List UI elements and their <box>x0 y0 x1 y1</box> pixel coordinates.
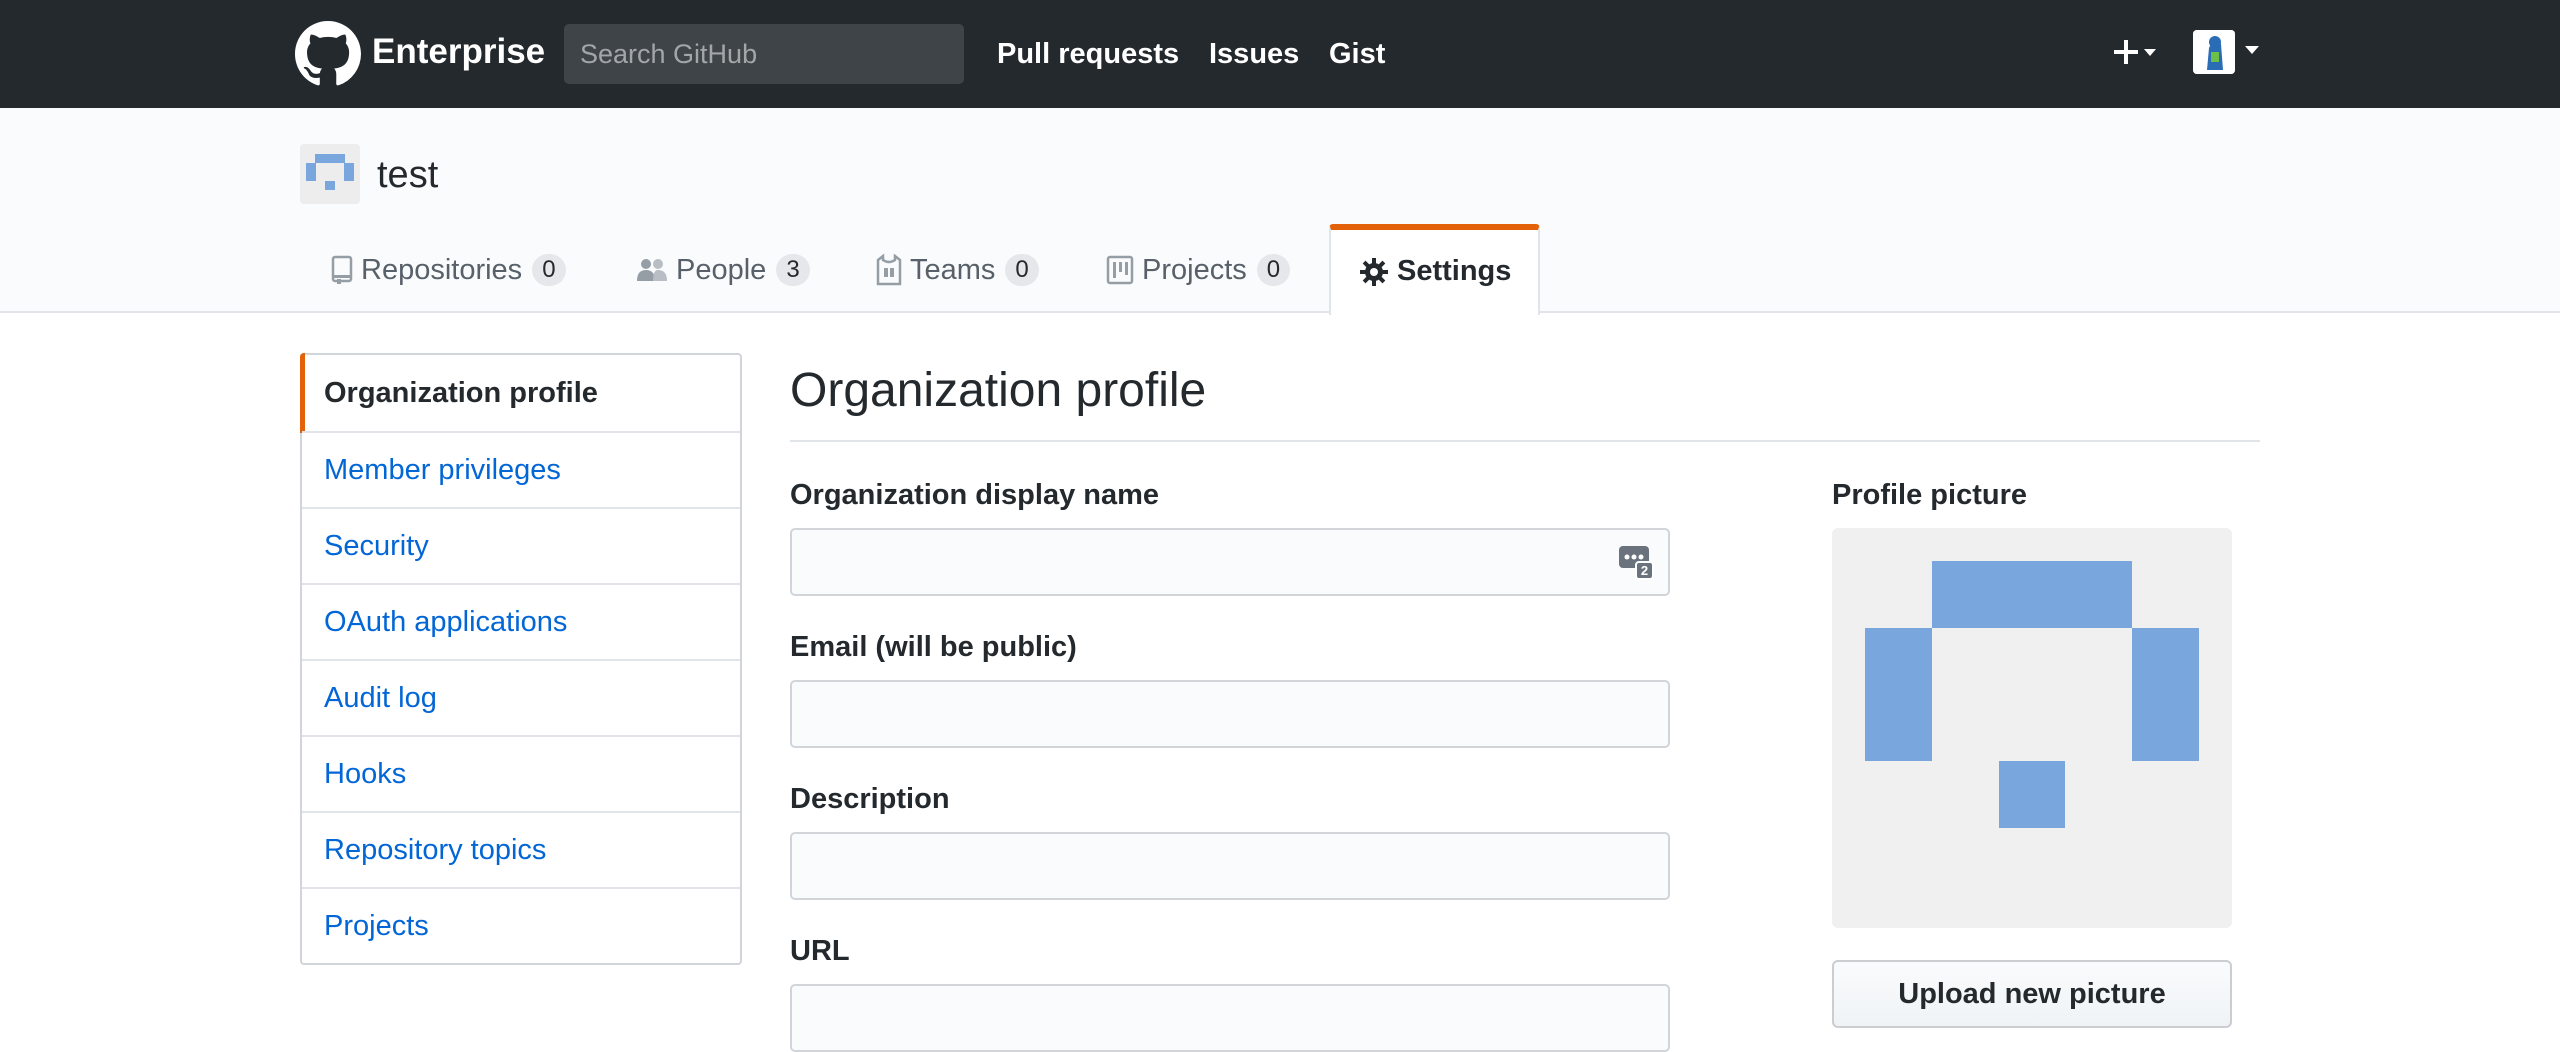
profile-picture <box>1832 528 2232 928</box>
tab-settings[interactable]: Settings <box>1329 224 1540 315</box>
sidebar-item-security[interactable]: Security <box>302 507 740 583</box>
user-avatar-icon <box>2193 30 2235 74</box>
profile-picture-label: Profile picture <box>1832 479 2027 511</box>
identicon-block <box>1865 628 1932 761</box>
description-field[interactable] <box>790 832 1670 900</box>
org-avatar[interactable] <box>300 144 360 204</box>
description-label: Description <box>790 783 950 815</box>
identicon-block <box>2132 628 2199 761</box>
sidebar-item-audit-log[interactable]: Audit log <box>302 659 740 735</box>
tab-label: Teams <box>910 253 996 286</box>
brand-label[interactable]: Enterprise <box>372 30 545 74</box>
tab-counter: 0 <box>1005 254 1039 286</box>
chevron-down-icon <box>2245 46 2259 54</box>
tab-repositories[interactable]: Repositories 0 <box>331 246 566 294</box>
nav-gist[interactable]: Gist <box>1329 34 1385 74</box>
tab-label: Settings <box>1397 255 1512 287</box>
top-header: Enterprise Pull requests Issues Gist <box>0 0 2560 108</box>
tab-label: Projects <box>1142 253 1247 286</box>
sidebar-item-hooks[interactable]: Hooks <box>302 735 740 811</box>
email-label: Email (will be public) <box>790 631 1077 663</box>
settings-sidebar: Organization profile Member privileges S… <box>300 353 742 965</box>
user-menu-dropdown[interactable] <box>2193 30 2263 76</box>
nav-pull-requests[interactable]: Pull requests <box>997 34 1179 74</box>
svg-text:2: 2 <box>1641 563 1648 578</box>
search-input[interactable] <box>564 24 964 84</box>
tab-counter: 0 <box>532 254 566 286</box>
plus-icon <box>2114 40 2156 64</box>
sidebar-item-projects[interactable]: Projects <box>302 887 740 963</box>
repo-icon <box>331 255 353 284</box>
github-logo-icon[interactable] <box>295 21 361 87</box>
sidebar-item-organization-profile[interactable]: Organization profile <box>300 353 740 433</box>
tab-label: Repositories <box>361 253 523 286</box>
identicon-block <box>1932 561 2132 628</box>
page-title: Organization profile <box>790 364 1207 417</box>
create-new-dropdown[interactable] <box>2110 30 2162 76</box>
password-manager-icon[interactable]: 2 <box>1618 544 1654 580</box>
url-field[interactable] <box>790 984 1670 1052</box>
avatar <box>2193 30 2235 74</box>
email-field[interactable] <box>790 680 1670 748</box>
tab-teams[interactable]: Teams 0 <box>876 246 1039 294</box>
sidebar-item-oauth-applications[interactable]: OAuth applications <box>302 583 740 659</box>
tab-projects[interactable]: Projects 0 <box>1106 246 1291 294</box>
tab-counter: 0 <box>1256 254 1291 286</box>
display-name-field[interactable] <box>790 528 1670 596</box>
display-name-label: Organization display name <box>790 479 1160 511</box>
org-identicon-icon <box>306 154 354 190</box>
title-divider <box>790 440 2260 442</box>
org-name[interactable]: test <box>377 152 438 198</box>
gear-icon <box>1360 257 1388 286</box>
sidebar-item-member-privileges[interactable]: Member privileges <box>302 431 740 507</box>
tab-counter: 3 <box>776 254 810 286</box>
url-label: URL <box>790 935 850 967</box>
jersey-icon <box>876 254 902 286</box>
sidebar-item-repository-topics[interactable]: Repository topics <box>302 811 740 887</box>
project-icon <box>1106 255 1134 285</box>
nav-issues[interactable]: Issues <box>1209 34 1299 74</box>
upload-new-picture-button[interactable]: Upload new picture <box>1832 960 2232 1028</box>
tab-label: People <box>676 253 767 286</box>
identicon-block <box>1999 761 2065 828</box>
tab-people[interactable]: People 3 <box>636 246 810 294</box>
people-icon <box>637 259 667 281</box>
